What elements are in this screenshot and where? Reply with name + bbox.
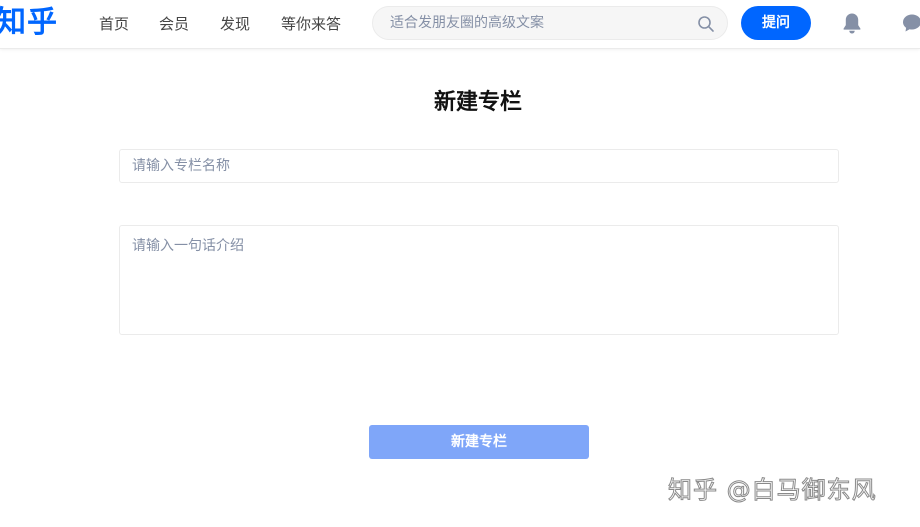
nav-item-waiting-answers[interactable]: 等你来答: [281, 14, 341, 34]
ask-question-button[interactable]: 提问: [741, 6, 811, 40]
chat-icon[interactable]: [901, 12, 920, 34]
watermark-text: 知乎 @白马御东风: [668, 476, 877, 505]
zhihu-logo[interactable]: 知乎: [0, 4, 58, 42]
nav-item-membership[interactable]: 会员: [159, 14, 189, 34]
nav-item-discover[interactable]: 发现: [220, 14, 250, 34]
top-navigation-bar: 知乎 首页 会员 发现 等你来答 提问: [0, 0, 920, 49]
bell-icon[interactable]: [841, 11, 863, 35]
page-title: 新建专栏: [433, 90, 522, 115]
nav-item-home[interactable]: 首页: [99, 14, 129, 34]
create-column-button[interactable]: 新建专栏: [369, 425, 589, 459]
search-box[interactable]: [372, 6, 728, 40]
search-input[interactable]: [390, 7, 690, 39]
column-intro-textarea[interactable]: [119, 225, 839, 335]
search-icon[interactable]: [697, 15, 715, 33]
column-name-input[interactable]: [119, 149, 839, 183]
